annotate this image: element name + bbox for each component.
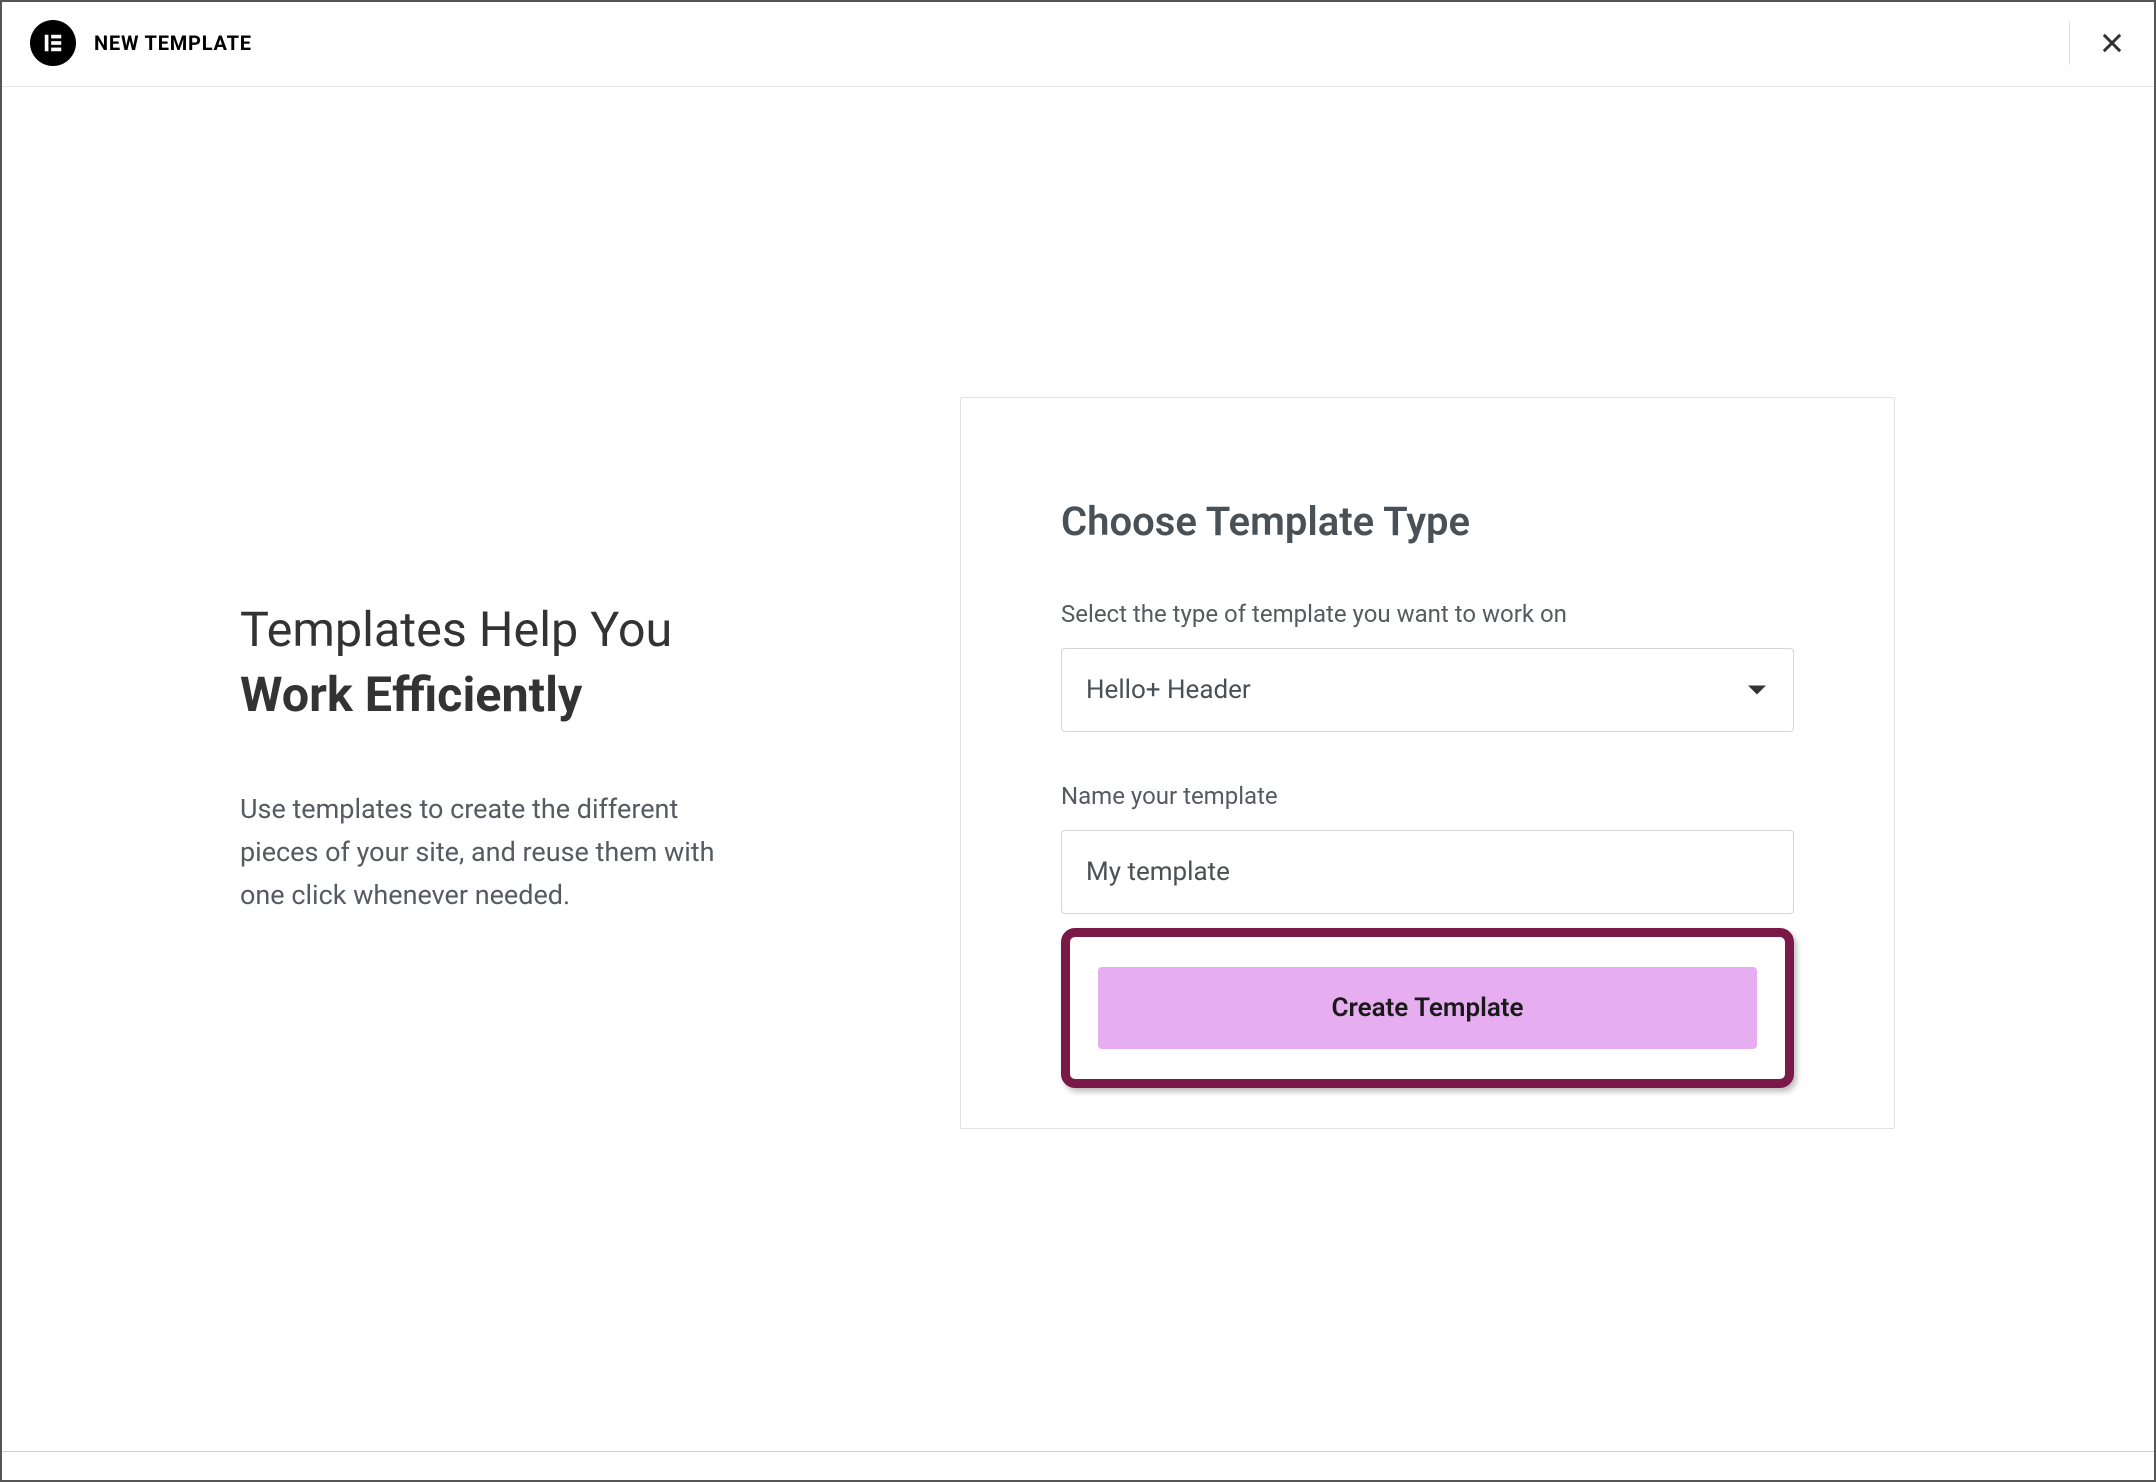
intro-title-line1: Templates Help You bbox=[240, 601, 672, 658]
elementor-logo-icon bbox=[30, 20, 76, 66]
create-template-button[interactable]: Create Template bbox=[1098, 967, 1757, 1049]
template-type-select-wrapper: Hello+ Header bbox=[1061, 648, 1794, 732]
modal-title: NEW TEMPLATE bbox=[94, 31, 252, 55]
create-button-highlight: Create Template bbox=[1061, 928, 1794, 1088]
close-button[interactable] bbox=[2069, 21, 2126, 65]
close-icon bbox=[2098, 29, 2126, 57]
intro-title-line2: Work Efficiently bbox=[240, 662, 880, 727]
template-name-input[interactable] bbox=[1061, 830, 1794, 914]
template-type-label: Select the type of template you want to … bbox=[1061, 600, 1794, 628]
intro-title: Templates Help You Work Efficiently bbox=[240, 597, 880, 728]
form-title: Choose Template Type bbox=[1061, 498, 1794, 545]
footer-divider bbox=[0, 1451, 2156, 1452]
intro-panel: Templates Help You Work Efficiently Use … bbox=[240, 397, 880, 1129]
modal-content: Templates Help You Work Efficiently Use … bbox=[0, 87, 2156, 1129]
template-name-label: Name your template bbox=[1061, 782, 1794, 810]
header-left: NEW TEMPLATE bbox=[30, 20, 252, 66]
template-type-select[interactable]: Hello+ Header bbox=[1061, 648, 1794, 732]
intro-description: Use templates to create the different pi… bbox=[240, 788, 760, 918]
modal-header: NEW TEMPLATE bbox=[0, 0, 2156, 87]
form-panel: Choose Template Type Select the type of … bbox=[960, 397, 1895, 1129]
